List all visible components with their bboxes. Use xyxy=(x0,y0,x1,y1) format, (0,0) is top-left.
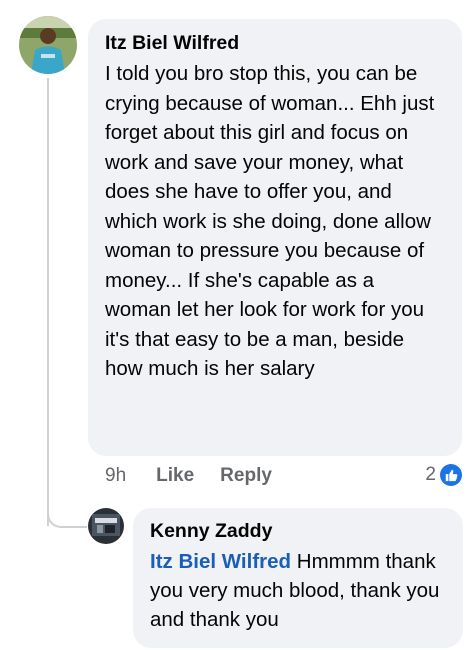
reply-text: Itz Biel Wilfred Hmmmm thank you very mu… xyxy=(150,547,446,634)
like-button[interactable]: Like xyxy=(156,464,194,488)
thumbs-up-icon xyxy=(440,464,462,486)
thread-connector xyxy=(47,500,87,528)
comment-author[interactable]: Itz Biel Wilfred xyxy=(105,31,445,55)
thread-line xyxy=(47,78,49,526)
comment-text: I told you bro stop this, you can be cry… xyxy=(105,62,435,380)
avatar[interactable] xyxy=(19,16,77,74)
reply-avatar-photo xyxy=(88,508,124,544)
mention-link[interactable]: Itz Biel Wilfred xyxy=(150,550,291,573)
comment-actions: 9h Like Reply xyxy=(105,464,298,488)
reaction-count: 2 xyxy=(425,464,436,485)
reply-button[interactable]: Reply xyxy=(220,464,272,488)
reply-bubble: Kenny Zaddy Itz Biel Wilfred Hmmmm thank… xyxy=(133,508,463,648)
reaction-summary[interactable]: 2 xyxy=(425,464,462,486)
reply-avatar[interactable] xyxy=(88,508,124,544)
comment-bubble: Itz Biel Wilfred I told you bro stop thi… xyxy=(88,19,462,456)
reply-author[interactable]: Kenny Zaddy xyxy=(150,519,446,543)
comment-timestamp[interactable]: 9h xyxy=(105,464,126,488)
avatar-photo xyxy=(19,16,77,74)
